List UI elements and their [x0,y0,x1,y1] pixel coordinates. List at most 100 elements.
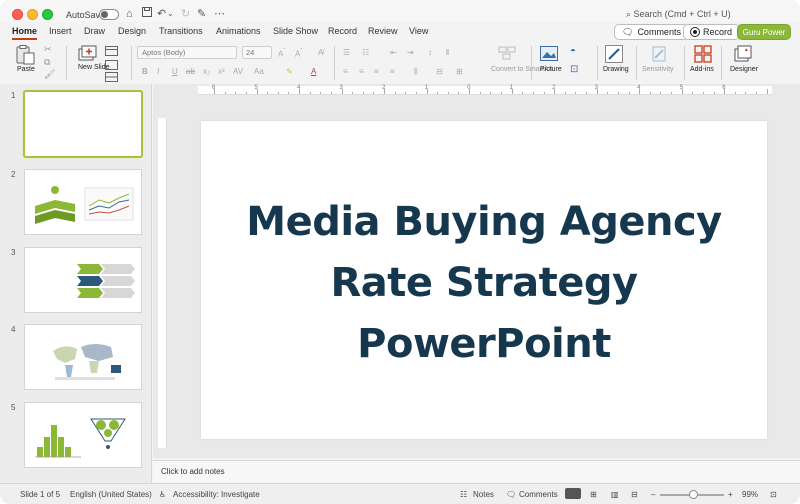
superscript-icon[interactable]: x² [218,67,225,76]
columns-icon[interactable]: ⫼ [414,67,418,77]
designer-icon[interactable] [734,45,752,66]
maximize-window-button[interactable] [42,9,53,20]
home-icon[interactable]: ⌂ [126,7,133,21]
ribbon-separator [531,46,532,80]
title-line-3: PowerPoint [357,320,611,367]
tab-draw[interactable]: Draw [84,26,105,36]
ruler-tick [267,92,269,94]
tab-home[interactable]: Home [12,26,38,40]
ribbon-separator [684,46,685,80]
accessibility-status[interactable]: Accessibility: Investigate [173,490,260,499]
decrease-font-icon[interactable]: Aˇ [295,48,303,59]
guru-power-button[interactable]: Guru Power [737,24,791,40]
tab-insert[interactable]: Insert [49,26,72,36]
slide-thumbnail-3[interactable] [24,247,142,313]
search-field[interactable]: ⌕ Search (Cmd + Ctrl + U) [626,9,731,20]
numbering-icon[interactable]: ☷ [362,48,369,57]
drawing-icon[interactable] [605,45,623,66]
tab-transitions[interactable]: Transitions [159,26,203,36]
layout-icon[interactable] [105,46,119,59]
slide-sorter-icon[interactable]: ⊞ [590,490,597,499]
notes-toggle[interactable]: Notes [473,490,494,499]
slide-thumbnail-2[interactable] [24,169,142,235]
cut-icon[interactable]: ✂ [44,44,52,55]
sensitivity-icon[interactable] [651,46,667,65]
format-painter-icon[interactable]: ✎ [197,7,206,21]
undo-dropdown-icon[interactable]: ⌄ [167,7,174,21]
undo-icon[interactable]: ↶ [157,7,166,21]
underline-icon[interactable]: U [172,67,178,76]
align-left-icon[interactable]: ≡ [343,67,348,76]
change-case-icon[interactable]: Aa [254,67,264,76]
align-text-icon[interactable]: ⊟ [436,67,443,76]
current-slide[interactable]: Media Buying Agency Rate Strategy PowerP… [201,121,767,439]
close-window-button[interactable] [12,9,23,20]
increase-font-icon[interactable]: Aˆ [278,48,286,59]
paste-icon[interactable] [14,45,36,68]
slide-title[interactable]: Media Buying Agency Rate Strategy PowerP… [246,192,722,375]
font-name-field[interactable]: Aptos (Body) [137,46,237,59]
smartart-small-icon[interactable]: ⊞ [456,67,463,76]
spacing-icon[interactable]: AV [233,67,243,76]
new-slide-icon[interactable] [78,45,98,66]
tab-slide-show[interactable]: Slide Show [273,26,318,36]
notes-icon[interactable]: ☷ [460,490,467,499]
convert-smartart-icon[interactable] [498,46,516,63]
clear-format-icon[interactable]: A̸ [318,48,323,57]
shapes-icon[interactable]: ◓ [570,46,576,57]
format-brush-icon[interactable]: 🖌 [44,69,55,80]
text-direction-icon[interactable]: ⫴ [446,48,449,58]
slide-thumbnail-5[interactable] [24,402,142,468]
normal-view-icon[interactable] [565,488,581,499]
autosave-toggle[interactable] [99,9,119,20]
align-right-icon[interactable]: ≡ [374,67,379,76]
subscript-icon[interactable]: x₂ [203,67,210,76]
slideshow-view-icon[interactable]: ⊟ [631,490,638,499]
font-color-icon[interactable]: A [311,67,316,76]
font-size-field[interactable]: 24 [242,46,272,59]
bullets-icon[interactable]: ☰ [343,48,350,57]
ruler-number: 2 [552,85,556,91]
textbox-icon[interactable]: ⊡ [570,64,578,75]
highlight-icon[interactable]: ✎ [286,67,293,76]
increase-indent-icon[interactable]: ⇥ [407,48,414,57]
comments-icon[interactable]: 🗨 [506,490,516,499]
accessibility-icon[interactable]: ♿ [159,490,166,499]
zoom-slider-handle[interactable] [689,490,698,499]
comments-button[interactable]: 🗨 Comments [614,24,689,40]
tab-animations[interactable]: Animations [216,26,261,36]
zoom-in-icon[interactable]: + [728,490,733,499]
ruler-tick [224,92,226,94]
record-button[interactable]: Record [683,24,741,40]
sensitivity-label: Sensitivity [642,66,674,73]
search-icon: ⌕ [626,9,634,19]
tab-view[interactable]: View [409,26,428,36]
save-icon[interactable] [142,7,152,21]
language-indicator[interactable]: English (United States) [70,490,152,499]
minimize-window-button[interactable] [27,9,38,20]
notes-pane[interactable]: Click to add notes [153,460,800,482]
tab-record[interactable]: Record [328,26,357,36]
more-icon[interactable]: ⋯ [214,7,225,21]
addins-icon[interactable] [694,45,712,66]
ruler-number: 6 [722,85,726,91]
italic-icon[interactable]: I [157,67,159,76]
align-center-icon[interactable]: ≡ [359,67,364,76]
decrease-indent-icon[interactable]: ⇤ [390,48,397,57]
reading-view-icon[interactable]: ▥ [611,490,619,499]
justify-icon[interactable]: ≡ [390,67,395,76]
slide-thumbnail-4[interactable] [24,324,142,390]
line-spacing-icon[interactable]: ↕ [428,48,432,57]
zoom-level[interactable]: 99% [742,490,758,499]
slide-thumbnail-1[interactable] [23,90,143,158]
picture-icon[interactable] [540,46,558,64]
fit-slide-icon[interactable]: ⊡ [770,490,777,499]
zoom-out-icon[interactable]: – [651,490,655,499]
bold-icon[interactable]: B [142,67,148,76]
tab-design[interactable]: Design [118,26,146,36]
strikethrough-icon[interactable]: ab [186,67,195,76]
tab-review[interactable]: Review [368,26,398,36]
redo-icon[interactable]: ↻ [181,7,190,21]
comments-toggle[interactable]: Comments [519,490,558,499]
copy-icon[interactable]: ⧉ [44,57,50,68]
